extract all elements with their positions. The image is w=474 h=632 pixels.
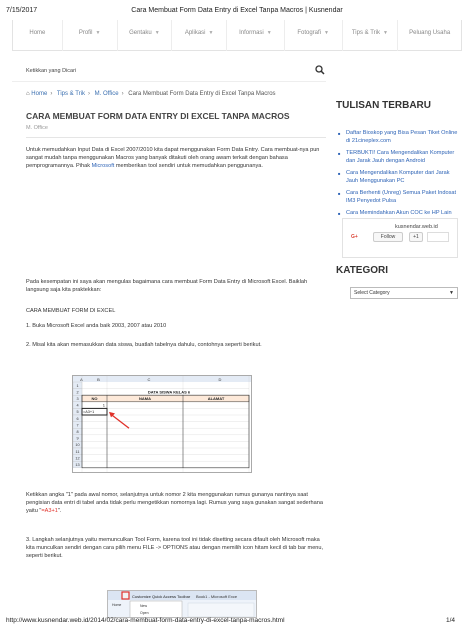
chevron-down-icon: ▼ <box>324 30 329 36</box>
chevron-down-icon: ▼ <box>266 30 272 36</box>
main-navbar: Home Profil ▼ Gentaku ▼ Aplikasi ▼ Informas… <box>12 20 462 51</box>
post-category[interactable]: M. Office <box>26 125 48 131</box>
intro-paragraph: Untuk memudahkan Input Data di Excel 200… <box>26 147 320 169</box>
web-page: Home Profil ▼ Gentaku ▼ Aplikasi ▼ Informas… <box>12 20 462 618</box>
spreadsheet-grid: A B C D12345678910111213DATA SISWA KELAS 6N… <box>72 376 251 472</box>
category-select[interactable]: Select Category ▼ <box>350 287 458 299</box>
recent-posts-list: Daftar Bioskop yang Bisa Pesan Tiket Onl… <box>338 130 460 230</box>
plus-one-button[interactable]: +1 <box>409 232 423 242</box>
step-2-explanation: Ketikkan angka "1" pada awal nomor, sela… <box>26 492 323 514</box>
table-header-cell: NO <box>92 396 98 401</box>
step-1: 1. Buka Microsoft Excel anda baik 2003, … <box>26 323 167 329</box>
print-page-number: 1/4 <box>446 617 456 624</box>
row-number: 10 <box>75 443 79 447</box>
row-number: 7 <box>76 423 78 427</box>
breadcrumb: ⌂ Home › Tips & Trik › M. Office › Cara Mem… <box>26 91 326 97</box>
recent-post-link[interactable]: Cara Berhenti (Unreg) Semua Paket Indosa… <box>338 190 460 205</box>
qat-dropdown-icon <box>121 591 130 600</box>
breadcrumb-office[interactable]: M. Office <box>95 91 119 97</box>
table-header-cell: ALAMAT <box>208 396 225 401</box>
column-header-b: B <box>97 377 100 382</box>
follower-count <box>427 232 449 242</box>
microsoft-link[interactable]: Microsoft <box>92 163 115 169</box>
column-header-a: A <box>80 377 83 382</box>
row-number: 4 <box>76 404 78 408</box>
nav-informasi[interactable]: Informasi ▼ <box>227 20 285 51</box>
recent-post-link[interactable]: Daftar Bioskop yang Bisa Pesan Tiket Onl… <box>338 130 460 145</box>
row-number: 3 <box>76 397 78 401</box>
search-bar[interactable]: Ketikkan yang Dicari <box>12 62 326 82</box>
search-input[interactable]: Ketikkan yang Dicari <box>26 68 76 74</box>
step-3: 3. Langkah selanjutnya yaitu memunculkan… <box>26 537 324 559</box>
doc-title: Book1 - Microsoft Exce <box>196 594 238 599</box>
row-number: 2 <box>76 390 78 394</box>
row-number: 5 <box>76 410 78 414</box>
follow-button[interactable]: Follow <box>373 232 403 242</box>
chevron-right-icon: › <box>121 91 124 97</box>
nav-tips-trik[interactable]: Tips & Trik ▼ <box>343 20 399 51</box>
row-number: 12 <box>75 456 79 460</box>
nav-peluang-usaha[interactable]: Peluang Usaha <box>398 20 461 51</box>
section-heading: CARA MEMBUAT FORM DI EXCEL <box>26 308 116 314</box>
formula-text: =A3+1 <box>41 508 58 514</box>
qat-menu-new: New <box>140 604 147 608</box>
print-url: http://www.kusnendar.web.id/2014/02/cara… <box>6 617 285 624</box>
row-number: 13 <box>75 463 79 467</box>
print-header: 7/15/2017 Cara Membuat Form Data Entry d… <box>0 0 474 20</box>
recent-post-link[interactable]: TERBUKTI! Cara Mengendalikan Komputer da… <box>338 150 460 165</box>
divider <box>26 137 326 138</box>
recent-posts-title: TULISAN TERBARU <box>336 100 431 111</box>
print-footer: http://www.kusnendar.web.id/2014/02/cara… <box>0 614 474 632</box>
chevron-right-icon: › <box>50 91 53 97</box>
chevron-down-icon: ▼ <box>154 30 160 36</box>
google-plus-badge: kusnendar.web.id G+ Follow +1 <box>342 218 458 258</box>
column-header-c: C <box>148 377 151 382</box>
first-number-cell: 1 <box>103 403 106 408</box>
formula-cell: =A3+1 <box>83 410 94 414</box>
nav-aplikasi[interactable]: Aplikasi ▼ <box>172 20 228 51</box>
google-plus-icon: G+ <box>351 234 358 240</box>
home-icon: ⌂ <box>26 91 30 97</box>
nav-profil[interactable]: Profil ▼ <box>63 20 118 51</box>
tab-home: Home <box>112 603 121 607</box>
search-icon[interactable] <box>315 65 325 75</box>
row-number: 9 <box>76 437 78 441</box>
category-title: KATEGORI <box>336 265 389 276</box>
profile-name[interactable]: kusnendar.web.id <box>395 224 438 230</box>
recent-post-link[interactable]: Cara Mengendalikan Komputer dari Jarak J… <box>338 170 460 185</box>
chevron-down-icon: ▼ <box>208 30 214 36</box>
row-number: 8 <box>76 430 78 434</box>
breadcrumb-tips[interactable]: Tips & Trik <box>57 91 85 97</box>
red-arrow <box>110 413 130 429</box>
nav-home[interactable]: Home <box>13 20 63 51</box>
table-header-cell: NAMA <box>139 396 151 401</box>
paragraph-2: Pada kesempatan ini saya akan mengulas b… <box>26 279 308 293</box>
spreadsheet-screenshot: A B C D 1 2 3 4 5 6 7 8 9 10 11 12 13 DATA SISWA KELAS 6N… <box>72 375 252 473</box>
row-number: 1 <box>76 384 78 388</box>
chevron-down-icon: ▼ <box>449 290 454 296</box>
chevron-right-icon: › <box>88 91 90 97</box>
chevron-down-icon: ▼ <box>95 30 101 36</box>
row-number: 11 <box>76 450 80 454</box>
column-header-d: D <box>219 377 222 382</box>
nav-fotografi[interactable]: Fotografi ▼ <box>285 20 343 51</box>
print-title: Cara Membuat Form Data Entry di Excel Ta… <box>131 7 343 14</box>
row-number: 6 <box>76 417 78 421</box>
post-title: CARA MEMBUAT FORM DATA ENTRY DI EXCEL TA… <box>26 111 290 121</box>
qat-label: Customize Quick Access Toolbar <box>132 594 191 599</box>
breadcrumb-current: Cara Membuat Form Data Entry di Excel Ta… <box>128 91 276 97</box>
breadcrumb-home[interactable]: Home <box>31 91 47 97</box>
chevron-down-icon: ▼ <box>382 30 388 36</box>
table-title: DATA SISWA KELAS 6 <box>148 389 191 394</box>
nav-gentaku[interactable]: Gentaku ▼ <box>118 20 173 51</box>
step-2: 2. Misal kita akan memasukkan data siswa… <box>26 342 262 348</box>
